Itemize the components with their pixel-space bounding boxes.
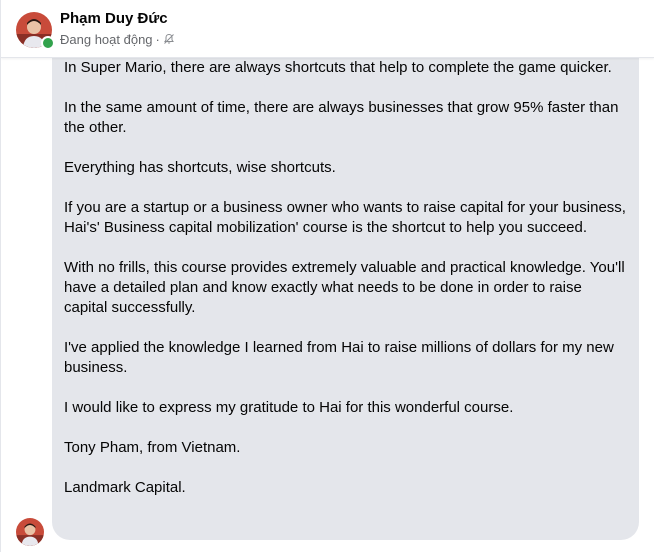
message-paragraph: In Super Mario, there are always shortcu… [64, 59, 612, 76]
status-separator: · [155, 31, 160, 47]
bell-slash-icon [163, 33, 175, 45]
message-paragraph: In the same amount of time, there are al… [64, 99, 619, 136]
sender-avatar[interactable] [16, 518, 44, 546]
message-paragraph: With no frills, this course provides ext… [64, 259, 625, 316]
chat-window: Phạm Duy Đức Đang hoạt động · In Super M… [0, 0, 654, 552]
message-paragraph: If you are a startup or a business owner… [64, 199, 626, 236]
message-bubble[interactable]: In Super Mario, there are always shortcu… [52, 30, 639, 540]
message-paragraph: Everything has shortcuts, wise shortcuts… [64, 159, 336, 176]
contact-name[interactable]: Phạm Duy Đức [60, 10, 168, 27]
online-status-dot [41, 36, 55, 50]
message-paragraph: Tony Pham, from Vietnam. [64, 439, 241, 456]
active-status: Đang hoạt động [60, 31, 153, 47]
message-paragraph: Landmark Capital. [64, 479, 186, 496]
conversation-header: Phạm Duy Đức Đang hoạt động · [1, 0, 654, 58]
status-row: Đang hoạt động · [60, 31, 175, 47]
message-paragraph: I've applied the knowledge I learned fro… [64, 339, 614, 376]
message-paragraph: I would like to express my gratitude to … [64, 399, 514, 416]
avatar-photo [16, 518, 44, 546]
